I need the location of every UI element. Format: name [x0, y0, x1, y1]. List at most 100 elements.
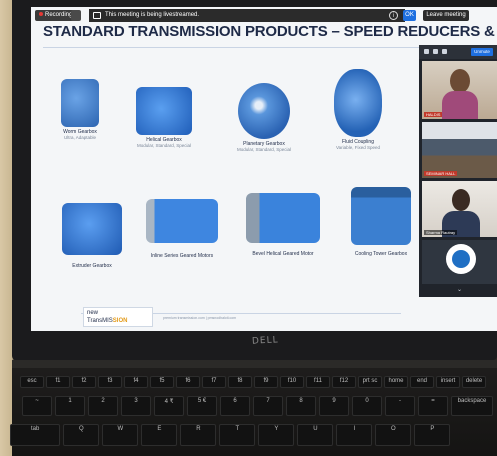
- key-f2[interactable]: f2: [72, 376, 96, 388]
- key-esc[interactable]: esc: [20, 376, 44, 388]
- key-label: O: [391, 426, 396, 432]
- key-label: U: [313, 426, 318, 432]
- key-[interactable]: ~: [22, 396, 52, 416]
- product-extruder-gearbox: Extruder Gearbox: [59, 203, 125, 269]
- key-insert[interactable]: insert: [436, 376, 460, 388]
- key-3[interactable]: 3: [121, 396, 151, 416]
- key-f10[interactable]: f10: [280, 376, 304, 388]
- organization-logo-icon: [446, 244, 476, 274]
- key-label: P: [430, 426, 435, 432]
- key-prt-sc[interactable]: prt sc: [358, 376, 382, 388]
- key-y[interactable]: Y: [258, 424, 295, 446]
- product-planetary-gearbox: Planetary Gearbox Modular, Standard, Spe…: [231, 83, 297, 152]
- key-f11[interactable]: f11: [306, 376, 330, 388]
- grid-view-icon[interactable]: [424, 49, 429, 54]
- key-f8[interactable]: f8: [228, 376, 252, 388]
- key-i[interactable]: I: [336, 424, 373, 446]
- key-label: f3: [107, 378, 113, 384]
- key-home[interactable]: home: [384, 376, 408, 388]
- key-label: insert: [440, 378, 456, 384]
- key-label: 6: [233, 398, 237, 404]
- key-1[interactable]: 1: [55, 396, 85, 416]
- slide-title: STANDARD TRANSMISSION PRODUCTS – SPEED R…: [43, 23, 497, 40]
- key-label: f8: [237, 378, 243, 384]
- key-label: 0: [365, 398, 369, 404]
- helical-gearbox-image: [136, 87, 192, 135]
- key-label: ~: [35, 398, 39, 404]
- info-icon[interactable]: i: [389, 11, 398, 20]
- key-o[interactable]: O: [375, 424, 412, 446]
- window-icon[interactable]: [71, 10, 81, 21]
- key-6[interactable]: 6: [220, 396, 250, 416]
- participant-tile[interactable]: [422, 240, 497, 284]
- key-f12[interactable]: f12: [332, 376, 356, 388]
- product-subtitle: Modular, Standard, Special: [136, 143, 192, 148]
- livestream-banner-text: This meeting is being livestreamed.: [105, 12, 200, 18]
- key-label: backspace: [457, 398, 487, 404]
- key-f1[interactable]: f1: [46, 376, 70, 388]
- product-name: Cooling Tower Gearbox: [354, 251, 408, 257]
- key-tab[interactable]: tab: [10, 424, 61, 446]
- key-delete[interactable]: delete: [462, 376, 486, 388]
- product-bevel-helical-geared-motor: Bevel Helical Geared Motor: [243, 193, 323, 257]
- key-q[interactable]: Q: [63, 424, 100, 446]
- key-label: -: [399, 398, 401, 404]
- organization-logo-mark: [452, 250, 470, 268]
- laptop-lid: Recording This meeting is being livestre…: [12, 0, 497, 360]
- logo-line-2a: TransMIS: [87, 318, 113, 324]
- key-5[interactable]: 5 €: [187, 396, 217, 416]
- participant-tile[interactable]: SEMINAR HALL: [422, 122, 497, 178]
- participant-tile[interactable]: Sharma Rautray: [422, 181, 497, 237]
- livestream-icon: [93, 12, 101, 19]
- key-e[interactable]: E: [141, 424, 178, 446]
- key-w[interactable]: W: [102, 424, 139, 446]
- key-[interactable]: -: [385, 396, 415, 416]
- participant-tile[interactable]: HALDIS: [422, 61, 497, 119]
- key-8[interactable]: 8: [286, 396, 316, 416]
- key-f3[interactable]: f3: [98, 376, 122, 388]
- key-label: esc: [27, 378, 37, 384]
- title-divider: [43, 47, 423, 48]
- product-name: Inline Series Geared Motors: [150, 253, 214, 259]
- meeting-screen: Recording This meeting is being livestre…: [31, 7, 497, 331]
- leave-meeting-button[interactable]: Leave meeting: [423, 10, 469, 21]
- key-label: T: [235, 426, 240, 432]
- key-4[interactable]: 4 ₹: [154, 396, 184, 416]
- unmute-button[interactable]: Unmute: [471, 48, 493, 56]
- speaker-view-icon[interactable]: [433, 49, 438, 54]
- key-[interactable]: =: [418, 396, 448, 416]
- key-f4[interactable]: f4: [124, 376, 148, 388]
- worm-gearbox-image: [61, 79, 99, 127]
- key-t[interactable]: T: [219, 424, 256, 446]
- key-label: f1: [55, 378, 61, 384]
- key-label: f12: [339, 378, 349, 384]
- minimize-icon[interactable]: [442, 49, 447, 54]
- dell-logo: DELL: [251, 335, 279, 347]
- planetary-gearbox-image: [238, 83, 290, 139]
- newtransmission-logo: new TransMISSION: [83, 307, 153, 327]
- key-2[interactable]: 2: [88, 396, 118, 416]
- product-worm-gearbox: Worm Gearbox Ultra, Adaptable: [51, 79, 109, 140]
- key-7[interactable]: 7: [253, 396, 283, 416]
- key-label: 9: [332, 398, 336, 404]
- key-0[interactable]: 0: [352, 396, 382, 416]
- inline-geared-motor-image: [146, 199, 218, 243]
- key-end[interactable]: end: [410, 376, 434, 388]
- key-9[interactable]: 9: [319, 396, 349, 416]
- key-f9[interactable]: f9: [254, 376, 278, 388]
- key-f5[interactable]: f5: [150, 376, 174, 388]
- scroll-down-icon[interactable]: ⌄: [457, 287, 463, 293]
- key-backspace[interactable]: backspace: [451, 396, 493, 416]
- ok-button[interactable]: OK: [403, 10, 416, 21]
- key-p[interactable]: P: [414, 424, 451, 446]
- product-name: Bevel Helical Geared Motor: [252, 251, 314, 257]
- key-label: R: [196, 426, 201, 432]
- key-f6[interactable]: f6: [176, 376, 200, 388]
- key-f7[interactable]: f7: [202, 376, 226, 388]
- key-label: I: [353, 426, 356, 432]
- key-u[interactable]: U: [297, 424, 334, 446]
- footer-text: premium transmission.com | pmsnodhaloti.…: [163, 316, 237, 320]
- key-label: 4 ₹: [164, 399, 174, 405]
- participant-name: Sharma Rautray: [424, 230, 458, 235]
- key-r[interactable]: R: [180, 424, 217, 446]
